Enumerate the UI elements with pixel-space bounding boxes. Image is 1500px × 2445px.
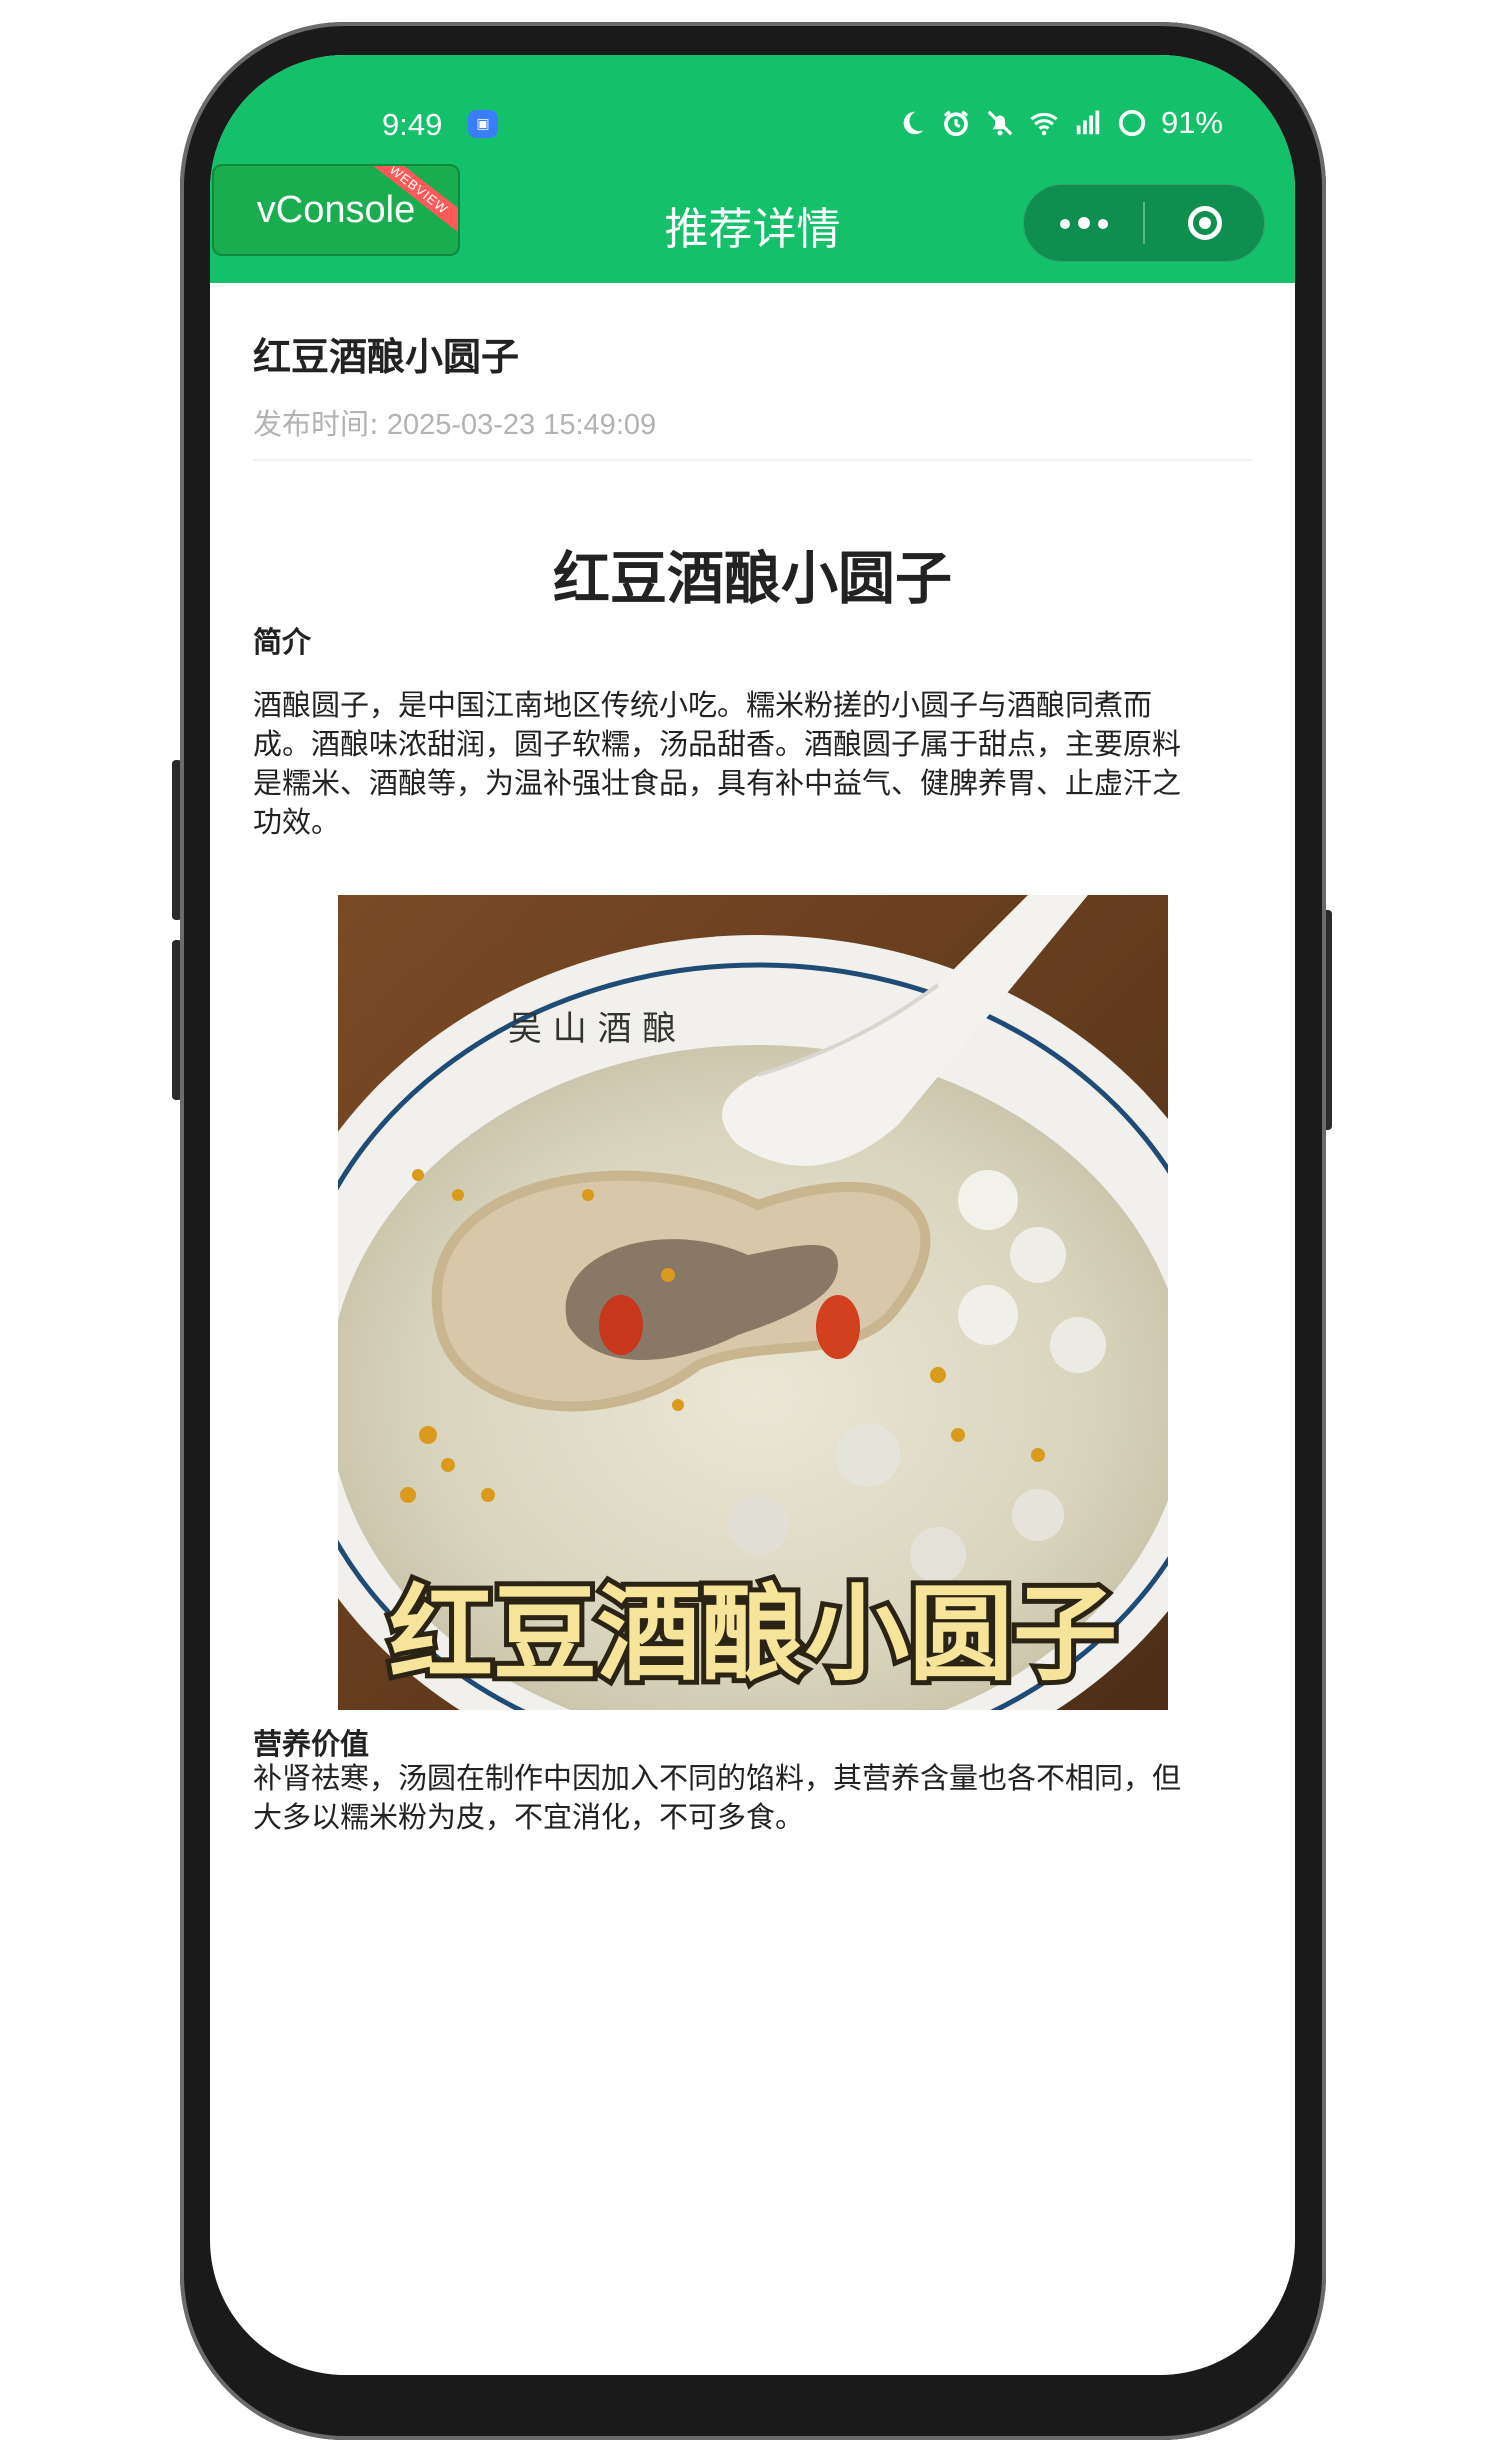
publish-time: 2025-03-23 15:49:09	[386, 409, 657, 441]
alarm-icon	[941, 108, 971, 138]
intro-line: 酒酿圆子，是中国江南地区传统小吃。糯米粉搓的小圆子与酒酿同煮而	[253, 688, 1153, 722]
nutrition-line: 补肾祛寒，汤圆在制作中因加入不同的馅料，其营养含量也各不相同，但	[253, 1761, 1182, 1795]
publish-time-row: 发布时间: 2025-03-23 15:49:09	[253, 401, 656, 443]
app-header: 9:49 ▣ 91% vConsole WEBVIEW 推荐详情	[210, 55, 1295, 283]
target-circle-icon	[1187, 206, 1222, 240]
intro-paragraph: 酒酿圆子，是中国江南地区传统小吃。糯米粉搓的小圆子与酒酿同煮而 成。酒酿味浓甜润…	[253, 686, 1243, 842]
signal-icon	[1073, 108, 1103, 138]
more-dots-icon	[1056, 214, 1112, 233]
mute-icon	[985, 108, 1015, 138]
battery-icon	[1117, 108, 1147, 138]
intro-line: 功效。	[253, 805, 341, 839]
moon-icon	[897, 108, 927, 138]
gallery-notification-icon: ▣	[468, 110, 498, 138]
intro-line: 成。酒酿味浓甜润，圆子软糯，汤品甜香。酒酿圆子属于甜点，主要原料	[253, 727, 1182, 761]
more-button[interactable]	[1024, 184, 1143, 262]
wifi-icon	[1029, 108, 1059, 138]
intro-heading: 简介	[253, 625, 312, 659]
phone-screen: 9:49 ▣ 91% vConsole WEBVIEW 推荐详情 红豆酒酿小圆子…	[210, 55, 1295, 2375]
status-time: 9:49	[382, 107, 443, 142]
nutrition-heading: 营养价值	[253, 1727, 370, 1761]
food-photo: 吴 山 酒 酿 红豆酒酿小圆子	[338, 895, 1168, 1710]
food-photo-drawing: 吴 山 酒 酿 红豆酒酿小圆子	[338, 895, 1168, 1710]
miniprogram-capsule	[1023, 184, 1265, 262]
divider	[253, 459, 1253, 461]
body-title: 红豆酒酿小圆子	[553, 546, 952, 612]
article-title: 红豆酒酿小圆子	[253, 335, 520, 379]
battery-percentage: 91%	[1160, 105, 1223, 140]
publish-label: 发布时间:	[253, 407, 379, 441]
close-miniprogram-button[interactable]	[1145, 184, 1264, 262]
nutrition-line: 大多以糯米粉为皮，不宜消化，不可多食。	[253, 1800, 805, 1834]
image-caption: 红豆酒酿小圆子	[389, 1573, 1117, 1695]
bowl-text: 吴 山 酒 酿	[508, 1009, 676, 1049]
status-icons: 91%	[897, 105, 1223, 141]
intro-line: 是糯米、酒酿等，为温补强壮食品，具有补中益气、健脾养胃、止虚汗之	[253, 766, 1182, 800]
nutrition-paragraph: 补肾祛寒，汤圆在制作中因加入不同的馅料，其营养含量也各不相同，但 大多以糯米粉为…	[253, 1759, 1243, 1837]
device-mockup: 9:49 ▣ 91% vConsole WEBVIEW 推荐详情 红豆酒酿小圆子…	[0, 0, 1500, 2445]
